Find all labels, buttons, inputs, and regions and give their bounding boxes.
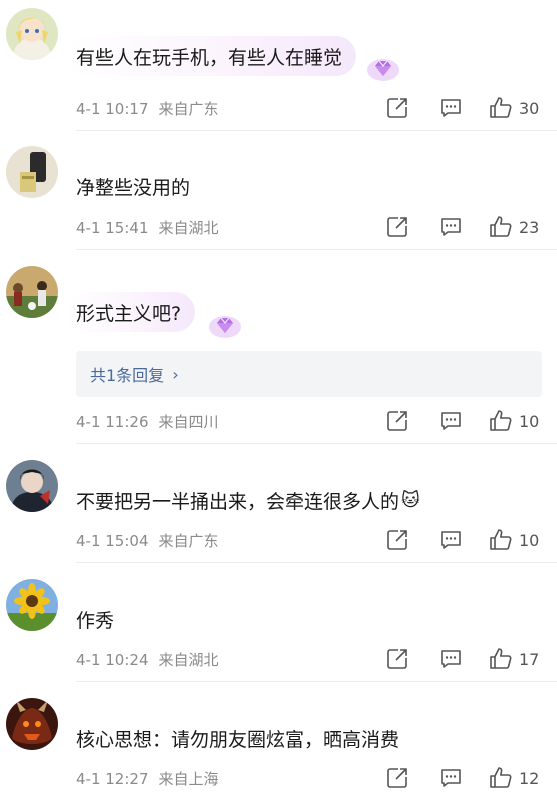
share-icon	[387, 217, 407, 237]
chevron-right-icon: ›	[172, 364, 179, 384]
thumbs-up-icon	[490, 216, 512, 237]
avatar[interactable]	[6, 8, 58, 60]
share-button[interactable]	[385, 764, 409, 792]
comment-location: 来自广东	[158, 100, 219, 118]
like-count: 12	[519, 768, 540, 788]
comment-button[interactable]	[439, 213, 463, 241]
comment-date: 4-1 15:04	[76, 532, 149, 550]
divider	[76, 681, 557, 682]
comment-meta: 4-1 10:17 来自广东	[76, 98, 219, 119]
fan-diamond-badge-icon	[366, 52, 400, 86]
thumbs-up-icon	[490, 529, 512, 550]
avatar[interactable]	[6, 579, 58, 631]
divider	[76, 443, 557, 444]
avatar[interactable]	[6, 146, 58, 198]
comment-date: 4-1 15:41	[76, 219, 149, 237]
like-button[interactable]: 12	[489, 764, 539, 792]
comment-location: 来自湖北	[158, 219, 219, 237]
comment-meta: 4-1 15:41 来自湖北	[76, 217, 219, 238]
like-count: 10	[519, 530, 540, 550]
fan-diamond-badge-icon	[208, 309, 242, 343]
thumbs-up-icon	[490, 648, 512, 669]
like-count: 30	[519, 98, 540, 118]
comment-date: 4-1 10:24	[76, 651, 149, 669]
cat-emoji-icon: 🐱	[401, 489, 420, 511]
comment-location: 来自四川	[158, 413, 219, 431]
comment-bubble: 形式主义吧?	[66, 292, 196, 332]
comment-icon	[441, 650, 461, 668]
comment-meta: 4-1 10:24 来自湖北	[76, 649, 219, 670]
comment-button[interactable]	[439, 407, 463, 435]
comment-text: 形式主义吧?	[76, 302, 182, 325]
thumbs-up-icon	[490, 767, 512, 788]
comment-text: 核心思想：请勿朋友圈炫富，晒高消费	[76, 728, 400, 751]
comment-bubble: 净整些没用的	[66, 166, 204, 206]
divider	[76, 249, 557, 250]
like-button[interactable]: 23	[489, 213, 539, 241]
comment-button[interactable]	[439, 645, 463, 673]
comment-actions: 17	[385, 645, 545, 673]
like-button[interactable]: 30	[489, 94, 539, 122]
replies-label: 共1条回复	[90, 366, 165, 385]
comment-location: 来自广东	[158, 532, 219, 550]
comment-actions: 23	[385, 213, 545, 241]
comment-actions: 10	[385, 526, 545, 554]
like-count: 10	[519, 411, 540, 431]
share-button[interactable]	[385, 213, 409, 241]
share-icon	[387, 649, 407, 669]
share-icon	[387, 530, 407, 550]
comment-meta: 4-1 12:27 来自上海	[76, 768, 219, 789]
avatar[interactable]	[6, 698, 58, 750]
like-count: 23	[519, 217, 540, 237]
share-button[interactable]	[385, 407, 409, 435]
share-button[interactable]	[385, 94, 409, 122]
comment-button[interactable]	[439, 764, 463, 792]
comment-location: 来自上海	[158, 770, 219, 788]
comment-icon	[441, 99, 461, 117]
divider	[76, 130, 557, 131]
share-icon	[387, 411, 407, 431]
view-replies-link[interactable]: 共1条回复 ›	[76, 351, 542, 397]
share-button[interactable]	[385, 526, 409, 554]
comment-date: 4-1 12:27	[76, 770, 149, 788]
thumbs-up-icon	[490, 97, 512, 118]
comment-bubble: 核心思想：请勿朋友圈炫富，晒高消费	[66, 718, 413, 758]
comment-button[interactable]	[439, 94, 463, 122]
comment-bubble: 作秀	[66, 599, 128, 639]
avatar[interactable]	[6, 266, 58, 318]
divider	[76, 562, 557, 563]
like-button[interactable]: 17	[489, 645, 539, 673]
comment-date: 4-1 10:17	[76, 100, 149, 118]
share-icon	[387, 768, 407, 788]
comment-button[interactable]	[439, 526, 463, 554]
avatar[interactable]	[6, 460, 58, 512]
comment-icon	[441, 769, 461, 787]
comment-meta: 4-1 15:04 来自广东	[76, 530, 219, 551]
comment-icon	[441, 218, 461, 236]
comment-date: 4-1 11:26	[76, 413, 149, 431]
comment-actions: 12	[385, 764, 545, 792]
comment-text: 有些人在玩手机，有些人在睡觉	[76, 46, 343, 69]
comment-text: 作秀	[76, 609, 115, 632]
comment-location: 来自湖北	[158, 651, 219, 669]
like-count: 17	[519, 649, 540, 669]
like-button[interactable]: 10	[489, 526, 539, 554]
like-button[interactable]: 10	[489, 407, 539, 435]
share-icon	[387, 98, 407, 118]
comment-icon	[441, 531, 461, 549]
comment-bubble: 不要把另一半捅出来，会牵连很多人的 🐱	[66, 480, 434, 520]
comment-actions: 10	[385, 407, 545, 435]
comment-actions: 30	[385, 94, 545, 122]
comment-text: 净整些没用的	[76, 176, 191, 199]
comment-meta: 4-1 11:26 来自四川	[76, 411, 219, 432]
thumbs-up-icon	[490, 410, 512, 431]
comment-icon	[441, 412, 461, 430]
comment-text: 不要把另一半捅出来，会牵连很多人的	[76, 490, 400, 513]
comment-bubble: 有些人在玩手机，有些人在睡觉	[66, 36, 357, 76]
share-button[interactable]	[385, 645, 409, 673]
